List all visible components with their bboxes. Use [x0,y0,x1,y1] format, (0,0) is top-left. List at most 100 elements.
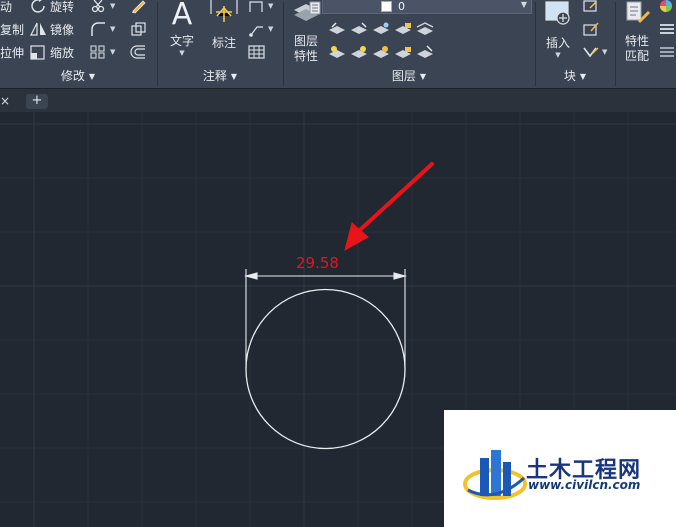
mirror-icon [30,21,48,37]
layers-title-label: 图层 [391,69,416,83]
lineweight-icon [658,21,676,37]
layer-sun-off-icon [372,44,390,60]
move-label: 动 [0,0,13,14]
block-expand-icon: ▼ [579,72,587,81]
annotation-expand-icon: ▼ [230,72,238,81]
modify-expand-icon: ▼ [88,72,96,81]
trim-tool[interactable]: ▼ [90,0,115,16]
block-panel-title[interactable]: 块 ▼ [536,66,614,86]
document-tab-bar: × + [0,88,676,112]
modify-panel-title[interactable]: 修改 ▼ [0,66,156,86]
text-dropdown-icon: ▼ [179,49,185,57]
mirror-tool[interactable]: 镜像 [30,19,74,39]
close-tab-icon[interactable]: × [0,94,10,108]
diameter-dimension[interactable] [243,269,408,369]
fillet-tool[interactable]: ▼ [90,19,115,39]
dimension-label: 标注 [211,36,236,50]
color-tool[interactable] [658,0,676,16]
rotate-icon [30,0,48,14]
offset-tool[interactable] [130,42,148,62]
layer-tool-8[interactable] [372,42,390,62]
array-copy-tool[interactable] [130,19,148,39]
block-attribute-tool[interactable]: ▼ [582,42,607,62]
layer-tool-5[interactable] [416,19,434,39]
scale-label: 缩放 [50,45,75,60]
create-block-tool[interactable] [582,0,600,16]
site-watermark: 土木工程网 www.civilcn.com [444,410,676,527]
lineweight-tool[interactable] [658,19,676,39]
edit-block-tool[interactable] [582,19,600,39]
modify-title-label: 修改 [60,69,85,83]
linetype-tool[interactable] [658,42,676,62]
block-title-label: 块 [563,69,576,83]
layer-tool-4[interactable] [394,19,412,39]
copy-label: 复制 [0,22,25,37]
layer-tool-3[interactable] [372,19,390,39]
leader-tool[interactable]: ▼ [248,19,273,39]
dimension-value: 29.58 [296,254,339,272]
layer-tool-9[interactable] [394,42,412,62]
layer-tool-1[interactable] [328,19,346,39]
fillet-dropdown-icon[interactable]: ▼ [110,25,115,33]
insert-label: 插入 [545,36,570,50]
layer-properties-tool[interactable]: 图层 特性 [288,0,324,63]
block-attribute-icon [582,44,600,60]
array-tool[interactable]: ▼ [90,42,115,62]
ribbon: 动 旋转 ▼ 复制 镜像 ▼ 拉伸 缩放 ▼ 修改 ▼ A 文字 ▼ 标注 ▼ … [0,0,676,88]
insert-tool[interactable]: 插入 ▼ [538,0,578,62]
watermark-url: www.civilcn.com [528,478,641,492]
match-properties-tool[interactable]: 特性 匹配 [618,0,656,63]
properties-panel: 特性 匹配 [616,0,676,88]
layer-freeze-icon [372,21,390,37]
layer-match-icon [416,21,434,37]
layer-tool-6[interactable] [328,42,346,62]
layer-properties-label-1: 图层 [293,34,318,48]
match-properties-label-1: 特性 [624,34,649,48]
scissors-icon [90,0,108,14]
layer-lock-icon [394,21,412,37]
array-dropdown-icon[interactable]: ▼ [110,48,115,56]
insert-block-icon [541,0,575,28]
layer-merge-icon [416,44,434,60]
layer-tool-2[interactable] [350,19,368,39]
layer-unlock-icon [394,44,412,60]
linetype-icon [658,44,676,60]
fillet-icon [90,21,108,37]
layer-color-swatch [381,0,392,12]
block-attribute-dropdown-icon[interactable]: ▼ [602,48,607,56]
table-tool[interactable] [248,42,266,62]
linear-dim-tool[interactable]: ▼ [248,0,273,16]
move-tool[interactable]: 动 [0,0,12,16]
text-tool[interactable]: A 文字 ▼ [164,0,200,62]
layers-panel-title[interactable]: 图层 ▼ [284,66,534,86]
layer-tool-7[interactable] [350,42,368,62]
layer-select-arrow-icon: ▼ [520,0,527,9]
array-icon [90,44,108,60]
match-properties-icon [621,0,653,28]
block-panel: 插入 ▼ ▼ 块 ▼ [536,0,614,88]
rotate-tool[interactable]: 旋转 [30,0,74,16]
rotate-label: 旋转 [50,0,75,14]
leader-dropdown-icon[interactable]: ▼ [268,25,273,33]
layer-properties-label-2: 特性 [293,49,318,63]
annotation-title-label: 注释 [202,69,227,83]
copy-tool[interactable]: 复制 [0,19,24,39]
scale-icon [30,44,48,60]
layer-sun-icon [350,44,368,60]
erase-tool[interactable] [130,0,148,16]
linear-dim-dropdown-icon[interactable]: ▼ [268,2,273,10]
trim-dropdown-icon[interactable]: ▼ [110,2,115,10]
layer-tool-10[interactable] [416,42,434,62]
layer-off-icon [328,21,346,37]
new-tab-button[interactable]: + [26,94,48,109]
layer-stack-icon [290,0,322,28]
stretch-tool[interactable]: 拉伸 [0,42,24,62]
drawn-circle[interactable] [245,288,406,450]
current-layer-select[interactable]: 0 ▼ [322,0,532,14]
scale-tool[interactable]: 缩放 [30,42,74,62]
color-wheel-icon [658,0,676,14]
text-label: 文字 [169,34,194,48]
annotation-panel-title[interactable]: 注释 ▼ [158,66,282,86]
modify-panel: 动 旋转 ▼ 复制 镜像 ▼ 拉伸 缩放 ▼ 修改 ▼ [0,0,156,88]
dimension-tool[interactable]: 标注 [206,0,242,62]
